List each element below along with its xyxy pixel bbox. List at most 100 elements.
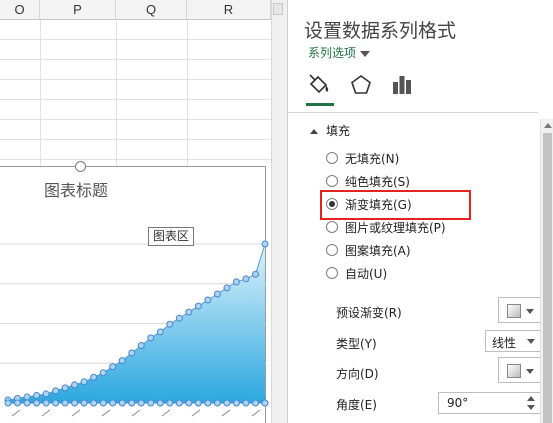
tab-effects[interactable] (348, 72, 374, 98)
secondary-data-point[interactable] (232, 399, 240, 407)
data-point[interactable] (147, 334, 155, 342)
radio-label: 自动(U) (345, 266, 388, 281)
secondary-data-point[interactable] (4, 399, 12, 407)
tab-fill-line[interactable] (306, 72, 332, 98)
secondary-data-point[interactable] (109, 399, 117, 407)
column-header-o[interactable]: O (0, 0, 40, 20)
data-point[interactable] (223, 284, 231, 292)
data-point[interactable] (242, 275, 250, 283)
fill-section-header[interactable]: 填充 (310, 122, 350, 139)
secondary-data-point[interactable] (80, 399, 88, 407)
data-point[interactable] (23, 393, 31, 401)
data-point[interactable] (156, 328, 164, 336)
data-point[interactable] (175, 314, 183, 322)
data-point[interactable] (99, 369, 107, 377)
radio-button[interactable] (326, 244, 338, 256)
scroll-up-icon[interactable] (544, 123, 552, 128)
collapse-triangle-icon (310, 129, 318, 134)
data-point[interactable] (52, 387, 60, 395)
angle-spinner[interactable]: 90° (438, 392, 542, 414)
x-tick-mark (161, 409, 171, 417)
column-header-r[interactable]: R (187, 0, 271, 20)
data-point[interactable] (109, 363, 117, 371)
chart-title[interactable]: 图表标题 (44, 177, 108, 201)
active-tab-indicator (306, 103, 334, 106)
data-point[interactable] (204, 296, 212, 304)
secondary-data-point[interactable] (251, 399, 259, 407)
pane-divider (288, 112, 538, 113)
secondary-data-point[interactable] (23, 399, 31, 407)
radio-auto-fill[interactable]: 自动(U) (326, 263, 387, 283)
fill-section-title: 填充 (326, 124, 351, 138)
data-point[interactable] (137, 341, 145, 349)
secondary-data-point[interactable] (223, 399, 231, 407)
secondary-data-point[interactable] (147, 399, 155, 407)
secondary-data-point[interactable] (185, 399, 193, 407)
secondary-data-point[interactable] (71, 399, 79, 407)
data-point[interactable] (90, 373, 98, 381)
secondary-data-point[interactable] (204, 399, 212, 407)
radio-button[interactable] (326, 152, 338, 164)
scrollbar-thumb[interactable] (543, 133, 552, 423)
chart-plot[interactable] (0, 166, 271, 423)
radio-pattern-fill[interactable]: 图案填充(A) (326, 240, 411, 260)
radio-no-fill[interactable]: 无填充(N) (326, 148, 399, 168)
data-point[interactable] (251, 270, 259, 278)
secondary-data-point[interactable] (175, 399, 183, 407)
secondary-data-point[interactable] (166, 399, 174, 407)
spin-up-icon[interactable] (527, 396, 535, 401)
pane-splitter[interactable] (271, 0, 287, 423)
x-tick-mark (11, 409, 21, 417)
pane-scrollbar[interactable] (540, 119, 553, 423)
x-tick-mark (41, 409, 51, 417)
data-point[interactable] (166, 320, 174, 328)
gradient-type-select[interactable]: 线性 (485, 330, 542, 352)
chart-resize-handle[interactable] (75, 161, 86, 172)
radio-picture-fill[interactable]: 图片或纹理填充(P) (326, 217, 446, 237)
data-point[interactable] (194, 302, 202, 310)
secondary-data-point[interactable] (137, 399, 145, 407)
secondary-data-point[interactable] (242, 399, 250, 407)
x-tick-mark (251, 409, 261, 417)
data-point[interactable] (261, 240, 269, 248)
data-point[interactable] (185, 308, 193, 316)
data-point[interactable] (118, 357, 126, 365)
radio-solid-fill[interactable]: 纯色填充(S) (326, 171, 410, 191)
data-point[interactable] (213, 290, 221, 298)
data-point[interactable] (80, 378, 88, 386)
secondary-data-point[interactable] (14, 399, 22, 407)
secondary-data-point[interactable] (156, 399, 164, 407)
radio-label: 图片或纹理填充(P) (345, 220, 446, 235)
tab-series-options[interactable] (389, 72, 415, 98)
radio-button[interactable] (326, 175, 338, 187)
column-header-q[interactable]: Q (116, 0, 187, 20)
secondary-data-point[interactable] (128, 399, 136, 407)
column-header-p[interactable]: P (40, 0, 116, 20)
data-point[interactable] (42, 390, 50, 398)
data-point[interactable] (128, 349, 136, 357)
bar-chart-icon (393, 76, 411, 94)
secondary-data-point[interactable] (118, 399, 126, 407)
direction-button[interactable] (498, 357, 542, 383)
secondary-data-point[interactable] (261, 399, 269, 407)
preset-gradient-button[interactable] (498, 297, 542, 323)
data-point[interactable] (232, 278, 240, 286)
secondary-data-point[interactable] (99, 399, 107, 407)
secondary-data-point[interactable] (42, 399, 50, 407)
series-options-label: 系列选项 (308, 46, 357, 60)
radio-button[interactable] (326, 221, 338, 233)
cell-grid[interactable] (0, 20, 271, 166)
data-point[interactable] (71, 381, 79, 389)
secondary-data-point[interactable] (61, 399, 69, 407)
secondary-data-point[interactable] (213, 399, 221, 407)
splitter-grip[interactable] (273, 3, 283, 15)
spin-down-icon[interactable] (527, 405, 535, 410)
secondary-data-point[interactable] (90, 399, 98, 407)
radio-button[interactable] (326, 267, 338, 279)
data-point[interactable] (61, 384, 69, 392)
secondary-data-point[interactable] (52, 399, 60, 407)
secondary-data-point[interactable] (33, 399, 41, 407)
series-options-dropdown[interactable]: 系列选项 (308, 44, 371, 61)
data-point[interactable] (33, 391, 41, 399)
secondary-data-point[interactable] (194, 399, 202, 407)
